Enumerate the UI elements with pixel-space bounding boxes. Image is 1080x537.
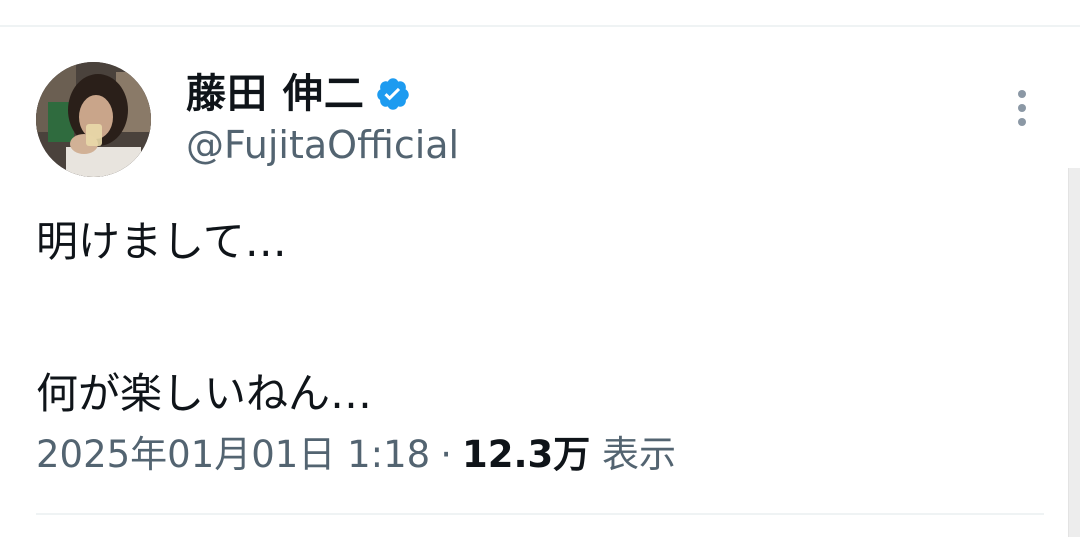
- views-label: 表示: [602, 433, 677, 476]
- author-handle[interactable]: @FujitaOfficial: [186, 120, 459, 170]
- tweet-meta: 2025年01月01日 1:18 · 12.3万 表示: [36, 428, 676, 482]
- avatar[interactable]: [36, 62, 151, 177]
- tweet-timestamp[interactable]: 2025年01月01日 1:18: [36, 433, 430, 476]
- tweet-text-line: 明けまして…: [36, 217, 287, 266]
- author-name-row[interactable]: 藤田 伸二: [186, 66, 411, 122]
- tweet-text: 明けまして… 何が楽しいねん…: [36, 204, 1036, 432]
- bottom-divider: [36, 513, 1044, 515]
- verified-badge-icon: [375, 76, 411, 112]
- avatar-photo: [36, 62, 151, 177]
- meta-separator: ·: [440, 433, 452, 476]
- scrollbar[interactable]: [1068, 168, 1080, 537]
- top-divider: [0, 25, 1080, 27]
- tweet-text-line: [36, 280, 1036, 356]
- tweet-text-line: 何が楽しいねん…: [36, 369, 373, 418]
- more-options-button[interactable]: [1006, 86, 1038, 130]
- author-display-name[interactable]: 藤田 伸二: [186, 66, 365, 122]
- views-count[interactable]: 12.3万: [462, 433, 590, 476]
- more-vertical-icon: [1018, 90, 1026, 126]
